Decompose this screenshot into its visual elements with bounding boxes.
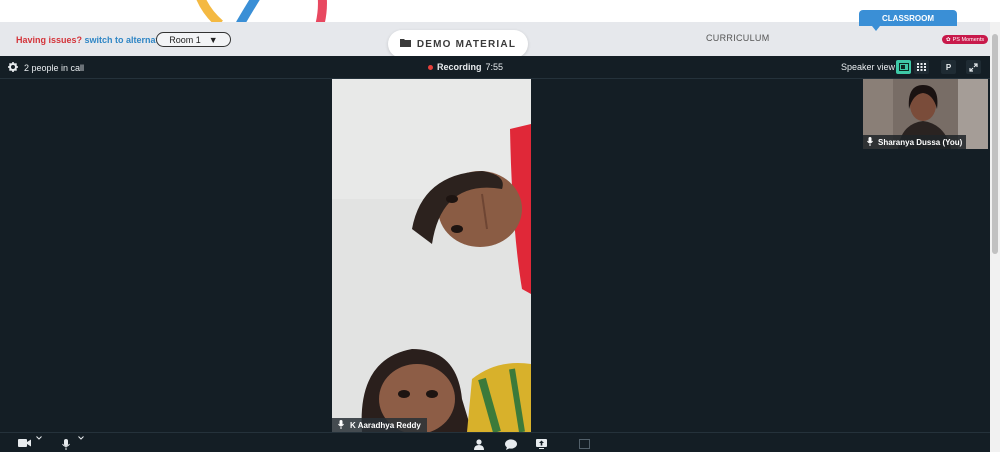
fullscreen-button[interactable] bbox=[966, 60, 981, 74]
call-controls bbox=[0, 432, 990, 452]
camera-icon bbox=[18, 439, 31, 447]
classroom-header: Having issues? switch to alternate room … bbox=[0, 22, 990, 58]
scrollbar-thumb[interactable] bbox=[992, 34, 998, 254]
recording-time: 7:55 bbox=[485, 62, 504, 72]
microphone-icon bbox=[867, 136, 873, 148]
tab-curriculum[interactable]: CURRICULUM bbox=[706, 33, 770, 43]
ps-moments-badge[interactable]: ✿ PS Moments bbox=[942, 35, 989, 44]
fullscreen-icon bbox=[969, 62, 978, 72]
more-options-button[interactable] bbox=[579, 439, 590, 449]
chat-button[interactable] bbox=[505, 439, 517, 450]
brand-logo bbox=[180, 0, 340, 24]
self-name: Sharanya Dussa (You) bbox=[878, 137, 963, 147]
speaker-name-tag: K Aaradhya Reddy bbox=[332, 418, 427, 432]
camera-options-chevron-icon[interactable] bbox=[36, 436, 42, 440]
grid-icon bbox=[917, 63, 926, 71]
people-button[interactable] bbox=[474, 439, 484, 450]
ps-moments-label: PS Moments bbox=[952, 36, 985, 43]
speaker-video-feed bbox=[332, 79, 531, 432]
speaker-layout-icon bbox=[898, 63, 909, 71]
classroom-tab-pointer bbox=[872, 26, 880, 31]
caret-down-icon: ▼ bbox=[208, 34, 218, 45]
demo-material-button[interactable]: DEMO MATERIAL bbox=[388, 30, 528, 58]
demo-material-label: DEMO MATERIAL bbox=[416, 38, 517, 50]
speaker-layout-button[interactable] bbox=[896, 60, 911, 74]
folder-icon bbox=[399, 38, 411, 50]
main-speaker-video: K Aaradhya Reddy bbox=[332, 79, 531, 432]
microphone-icon bbox=[62, 439, 70, 450]
recording-dot-icon bbox=[428, 64, 433, 70]
share-screen-button[interactable] bbox=[536, 439, 547, 449]
gear-icon[interactable] bbox=[8, 62, 18, 74]
people-icon bbox=[474, 439, 484, 450]
page: Having issues? switch to alternate room … bbox=[0, 0, 1000, 452]
microphone-options-chevron-icon[interactable] bbox=[78, 436, 84, 440]
microphone-button[interactable] bbox=[62, 439, 70, 450]
video-call-area: 2 people in call Recording 7:55 Speaker … bbox=[0, 56, 990, 452]
recording-label: Recording bbox=[437, 62, 482, 72]
classroom-label: CLASSROOM bbox=[882, 13, 934, 23]
share-screen-icon bbox=[536, 439, 547, 449]
room-select[interactable]: Room 1 ▼ bbox=[156, 32, 231, 47]
page-scrollbar[interactable] bbox=[990, 22, 1000, 452]
issues-question: Having issues? bbox=[16, 35, 83, 45]
chat-icon bbox=[505, 439, 517, 450]
tab-classroom[interactable]: CLASSROOM bbox=[859, 10, 957, 26]
participant-button[interactable]: P bbox=[941, 60, 956, 74]
grid-layout-button[interactable] bbox=[914, 60, 929, 74]
people-count[interactable]: 2 people in call bbox=[8, 62, 84, 74]
more-options-icon bbox=[579, 439, 590, 449]
gear-small-icon: ✿ bbox=[946, 36, 951, 43]
recording-indicator: Recording 7:55 bbox=[428, 62, 503, 72]
self-name-tag: Sharanya Dussa (You) bbox=[863, 135, 967, 149]
room-select-value: Room 1 bbox=[169, 34, 201, 45]
call-topbar: 2 people in call Recording 7:55 Speaker … bbox=[0, 56, 990, 79]
people-count-label: 2 people in call bbox=[24, 63, 85, 73]
camera-button[interactable] bbox=[18, 439, 31, 447]
microphone-icon bbox=[338, 419, 344, 431]
speaker-name: K Aaradhya Reddy bbox=[350, 420, 421, 430]
speaker-view-label: Speaker view bbox=[841, 62, 896, 72]
self-view-video[interactable]: Sharanya Dussa (You) bbox=[863, 79, 988, 149]
